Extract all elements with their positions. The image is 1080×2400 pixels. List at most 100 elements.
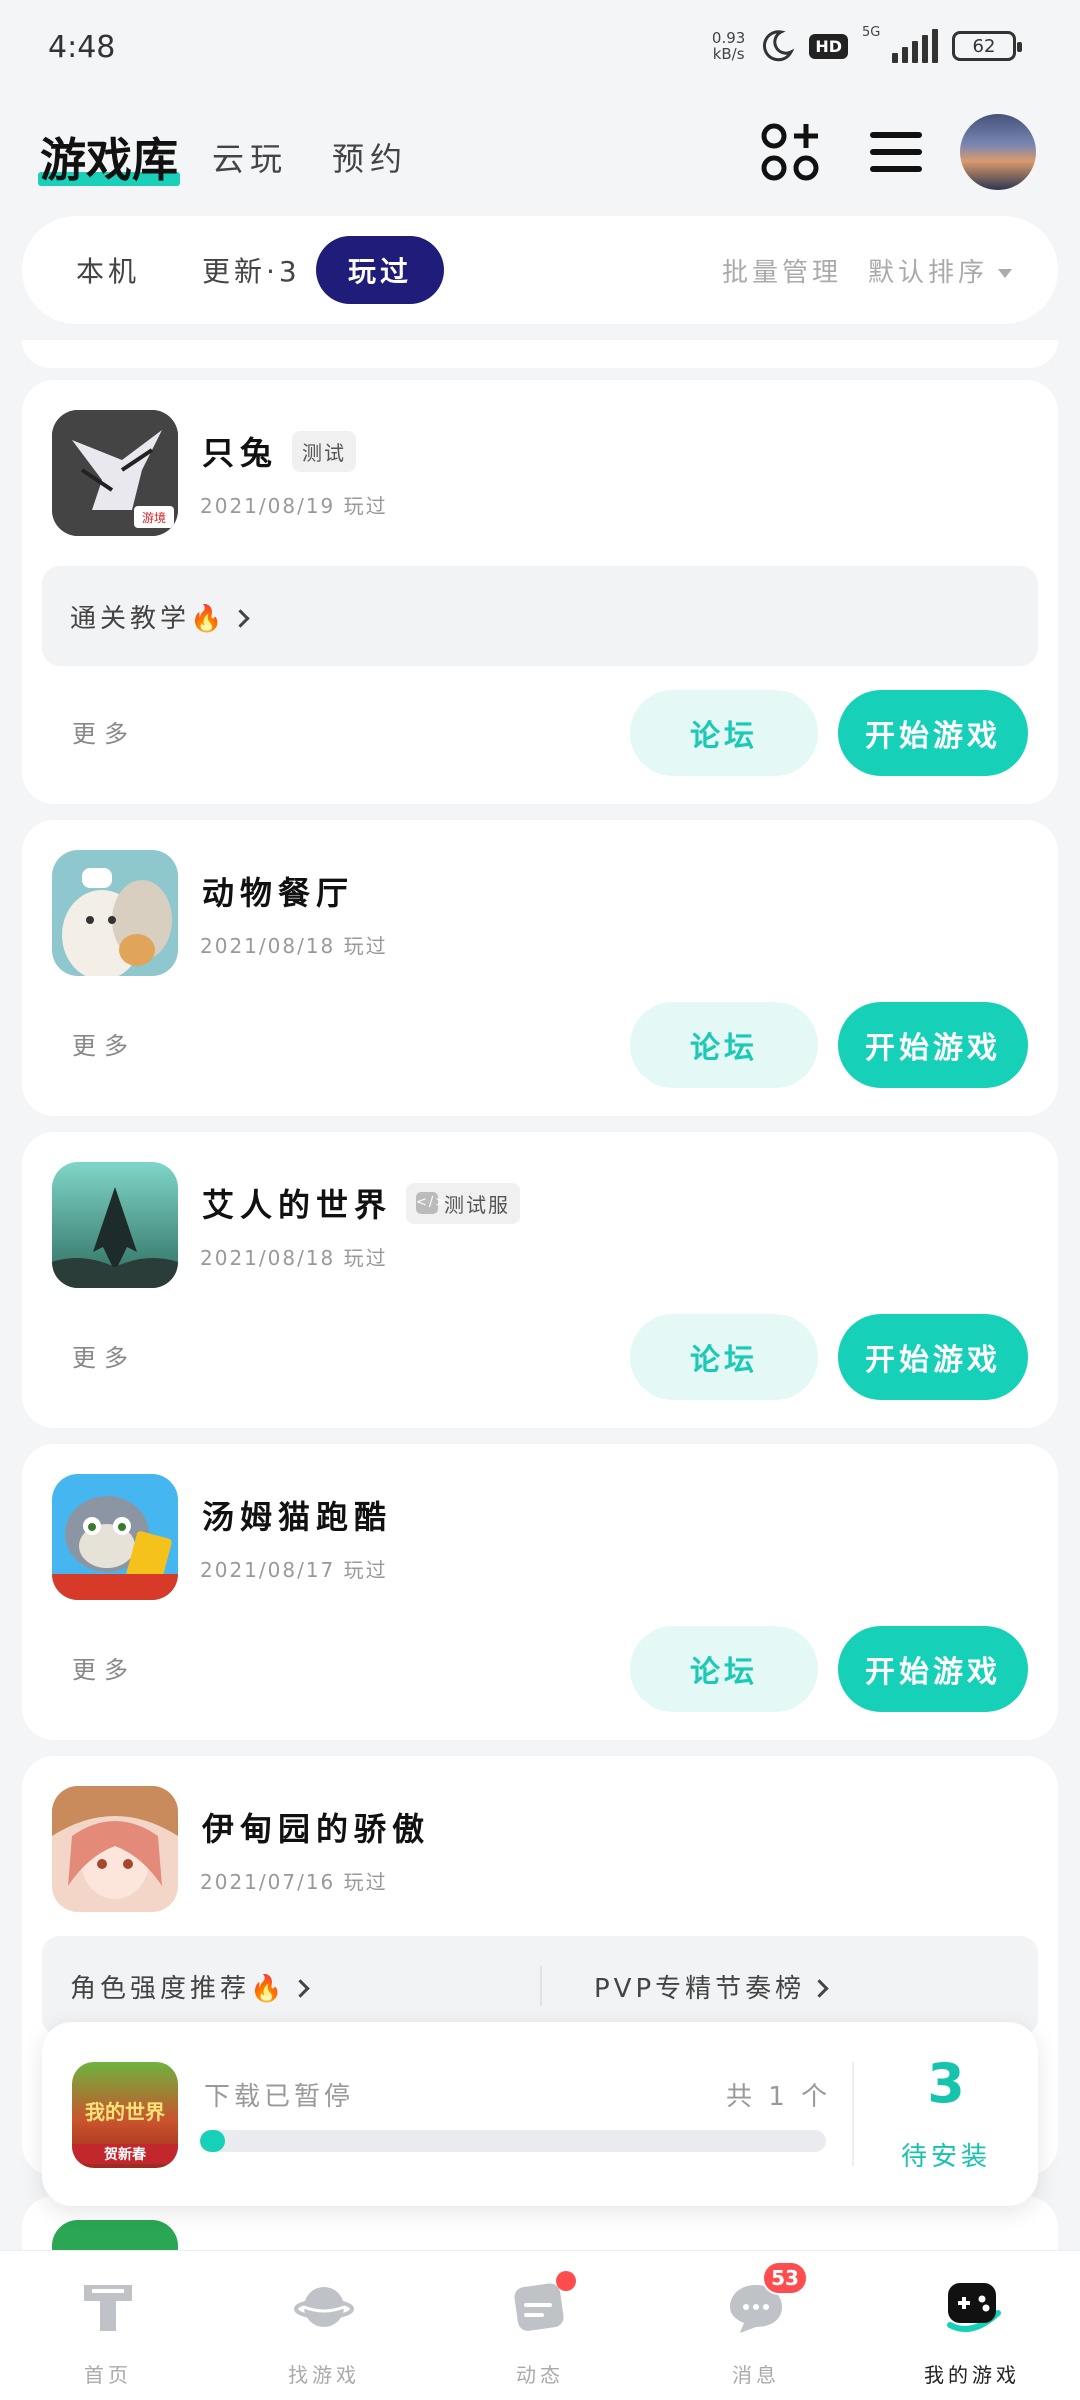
forum-button[interactable]: 论坛 [630, 1626, 818, 1712]
bottom-nav: 首页 找游戏 动态 53 消息 我的游戏 [0, 2250, 1080, 2400]
forum-button[interactable]: 论坛 [630, 1002, 818, 1088]
test-server-tag-label: 测试服 [444, 1192, 511, 1217]
tab-game-library[interactable]: 游戏库 [38, 124, 180, 190]
game-title-text: 艾人的世界 [202, 1186, 393, 1224]
pending-install-count[interactable]: 3 [854, 2052, 1038, 2115]
guide-link[interactable]: 通关教学🔥 [42, 566, 1038, 666]
game-icon-tom-gold-run[interactable] [52, 1474, 178, 1600]
status-icons: 0.93 kB/s HD 5G 62 [712, 25, 1022, 64]
add-apps-icon[interactable] [760, 122, 820, 182]
more-button[interactable]: 更多 [72, 1338, 136, 1373]
game-icon-airen-world[interactable] [52, 1162, 178, 1288]
nav-label: 首页 [84, 2363, 132, 2387]
guide-label: PVP专精节奏榜 [594, 1974, 806, 2004]
start-game-button[interactable]: 开始游戏 [838, 1002, 1028, 1088]
download-status: 下载已暂停 [204, 2082, 355, 2112]
net-speed: 0.93 kB/s [712, 30, 745, 62]
tab-reservation[interactable]: 预约 [332, 134, 408, 180]
divider [540, 1966, 542, 2006]
batch-manage-button[interactable]: 批量管理 [722, 252, 842, 289]
menu-icon[interactable] [870, 130, 922, 174]
last-played-date: 2021/07/16 玩过 [200, 1870, 388, 1894]
icon-subtext: 贺新春 [72, 2144, 178, 2164]
nav-label: 找游戏 [288, 2363, 360, 2387]
game-title-text: 伊甸园的骄傲 [202, 1810, 431, 1848]
nav-my-games[interactable]: 我的游戏 [864, 2251, 1080, 2400]
icon-text: 我的世界 [85, 2100, 165, 2124]
nav-messages[interactable]: 53 消息 [648, 2251, 864, 2400]
nav-label: 我的游戏 [924, 2363, 1020, 2387]
game-title-text: 动物餐厅 [202, 874, 355, 912]
download-count: 共 1 个 [726, 2082, 832, 2112]
start-game-button[interactable]: 开始游戏 [838, 1626, 1028, 1712]
svg-text:游境: 游境 [142, 510, 166, 525]
last-played-date: 2021/08/18 玩过 [200, 1246, 388, 1270]
avatar[interactable] [960, 114, 1036, 190]
moon-icon [763, 30, 795, 62]
game-title: 艾人的世界 </> 测试服 [202, 1180, 521, 1226]
download-progress-fill [200, 2130, 226, 2152]
message-badge: 53 [762, 2261, 808, 2295]
filter-tab-updates[interactable]: 更新·3 [202, 250, 301, 290]
filter-tab-local[interactable]: 本机 [76, 250, 140, 290]
caret-down-icon [998, 269, 1013, 278]
download-bar[interactable]: 我的世界 贺新春 下载已暂停 共 1 个 3 待安装 [42, 2022, 1038, 2206]
game-icon-animal-restaurant[interactable] [52, 850, 178, 976]
tab-cloud-play[interactable]: 云玩 [212, 134, 288, 180]
hd-badge: HD [809, 33, 848, 59]
tab-game-library-label: 游戏库 [40, 133, 178, 187]
test-tag: 测试 [292, 430, 357, 472]
guide-label: 角色强度推荐 [70, 1974, 251, 2004]
chevron-right-icon [231, 609, 251, 628]
game-card: 动物餐厅 2021/08/18 玩过 更多 论坛 开始游戏 [22, 820, 1058, 1116]
net-speed-unit: kB/s [712, 45, 745, 63]
game-card: 汤姆猫跑酷 2021/08/17 玩过 更多 论坛 开始游戏 [22, 1444, 1058, 1740]
chevron-right-icon [810, 1979, 829, 1998]
game-icon-eden-pride[interactable] [52, 1786, 178, 1912]
download-progress [200, 2130, 826, 2152]
forum-button[interactable]: 论坛 [630, 1314, 818, 1400]
nav-label: 消息 [732, 2363, 780, 2387]
sort-dropdown[interactable]: 默认排序 [868, 252, 1013, 289]
guide-link-pvp-ranking[interactable]: PVP专精节奏榜 [594, 1968, 829, 2005]
game-card: 艾人的世界 </> 测试服 2021/08/18 玩过 更多 论坛 开始游戏 [22, 1132, 1058, 1428]
battery-level: 62 [972, 35, 996, 57]
home-icon [84, 2285, 132, 2331]
start-game-button[interactable]: 开始游戏 [838, 690, 1028, 776]
nav-home[interactable]: 首页 [0, 2251, 216, 2400]
fire-icon: 🔥 [250, 1974, 287, 2004]
network-type: 5G [862, 25, 881, 40]
game-card: 游境 只兔 测试 2021/08/19 玩过 通关教学🔥 更多 论坛 开始游戏 [22, 380, 1058, 804]
guide-link-character-ranking[interactable]: 角色强度推荐🔥 [70, 1968, 311, 2005]
planet-icon [294, 2287, 354, 2327]
game-icon-zhitu[interactable]: 游境 [52, 410, 178, 536]
game-icon-minecraft: 我的世界 贺新春 [72, 2062, 178, 2168]
status-time: 4:48 [48, 30, 116, 65]
code-icon: </> [416, 1192, 446, 1214]
status-bar: 4:48 0.93 kB/s HD 5G 62 [0, 0, 1080, 100]
game-title: 汤姆猫跑酷 [202, 1492, 392, 1538]
gamepad-icon [947, 2283, 1001, 2332]
last-played-date: 2021/08/19 玩过 [200, 494, 388, 518]
nav-feed[interactable]: 动态 [432, 2251, 648, 2400]
guide-label: 通关教学 [70, 604, 191, 634]
filter-tab-played[interactable]: 玩过 [316, 236, 444, 304]
chevron-right-icon [291, 1979, 311, 1998]
guide-links: 角色强度推荐🔥 PVP专精节奏榜 [42, 1936, 1038, 2036]
more-button[interactable]: 更多 [72, 1650, 136, 1685]
game-title: 伊甸园的骄傲 [202, 1804, 430, 1850]
game-title: 只兔 测试 [202, 428, 357, 474]
card-peek [22, 340, 1058, 368]
net-speed-value: 0.93 [711, 29, 746, 47]
filter-bar: 本机 更新·3 玩过 批量管理 默认排序 [22, 216, 1058, 324]
forum-button[interactable]: 论坛 [630, 690, 818, 776]
nav-find-games[interactable]: 找游戏 [216, 2251, 432, 2400]
nav-label: 动态 [516, 2363, 564, 2387]
more-button[interactable]: 更多 [72, 714, 136, 749]
pending-install-label[interactable]: 待安装 [854, 2136, 1038, 2173]
last-played-date: 2021/08/18 玩过 [200, 934, 388, 958]
last-played-date: 2021/08/17 玩过 [200, 1558, 388, 1582]
test-server-tag: </> 测试服 [406, 1182, 521, 1224]
more-button[interactable]: 更多 [72, 1026, 136, 1061]
start-game-button[interactable]: 开始游戏 [838, 1314, 1028, 1400]
